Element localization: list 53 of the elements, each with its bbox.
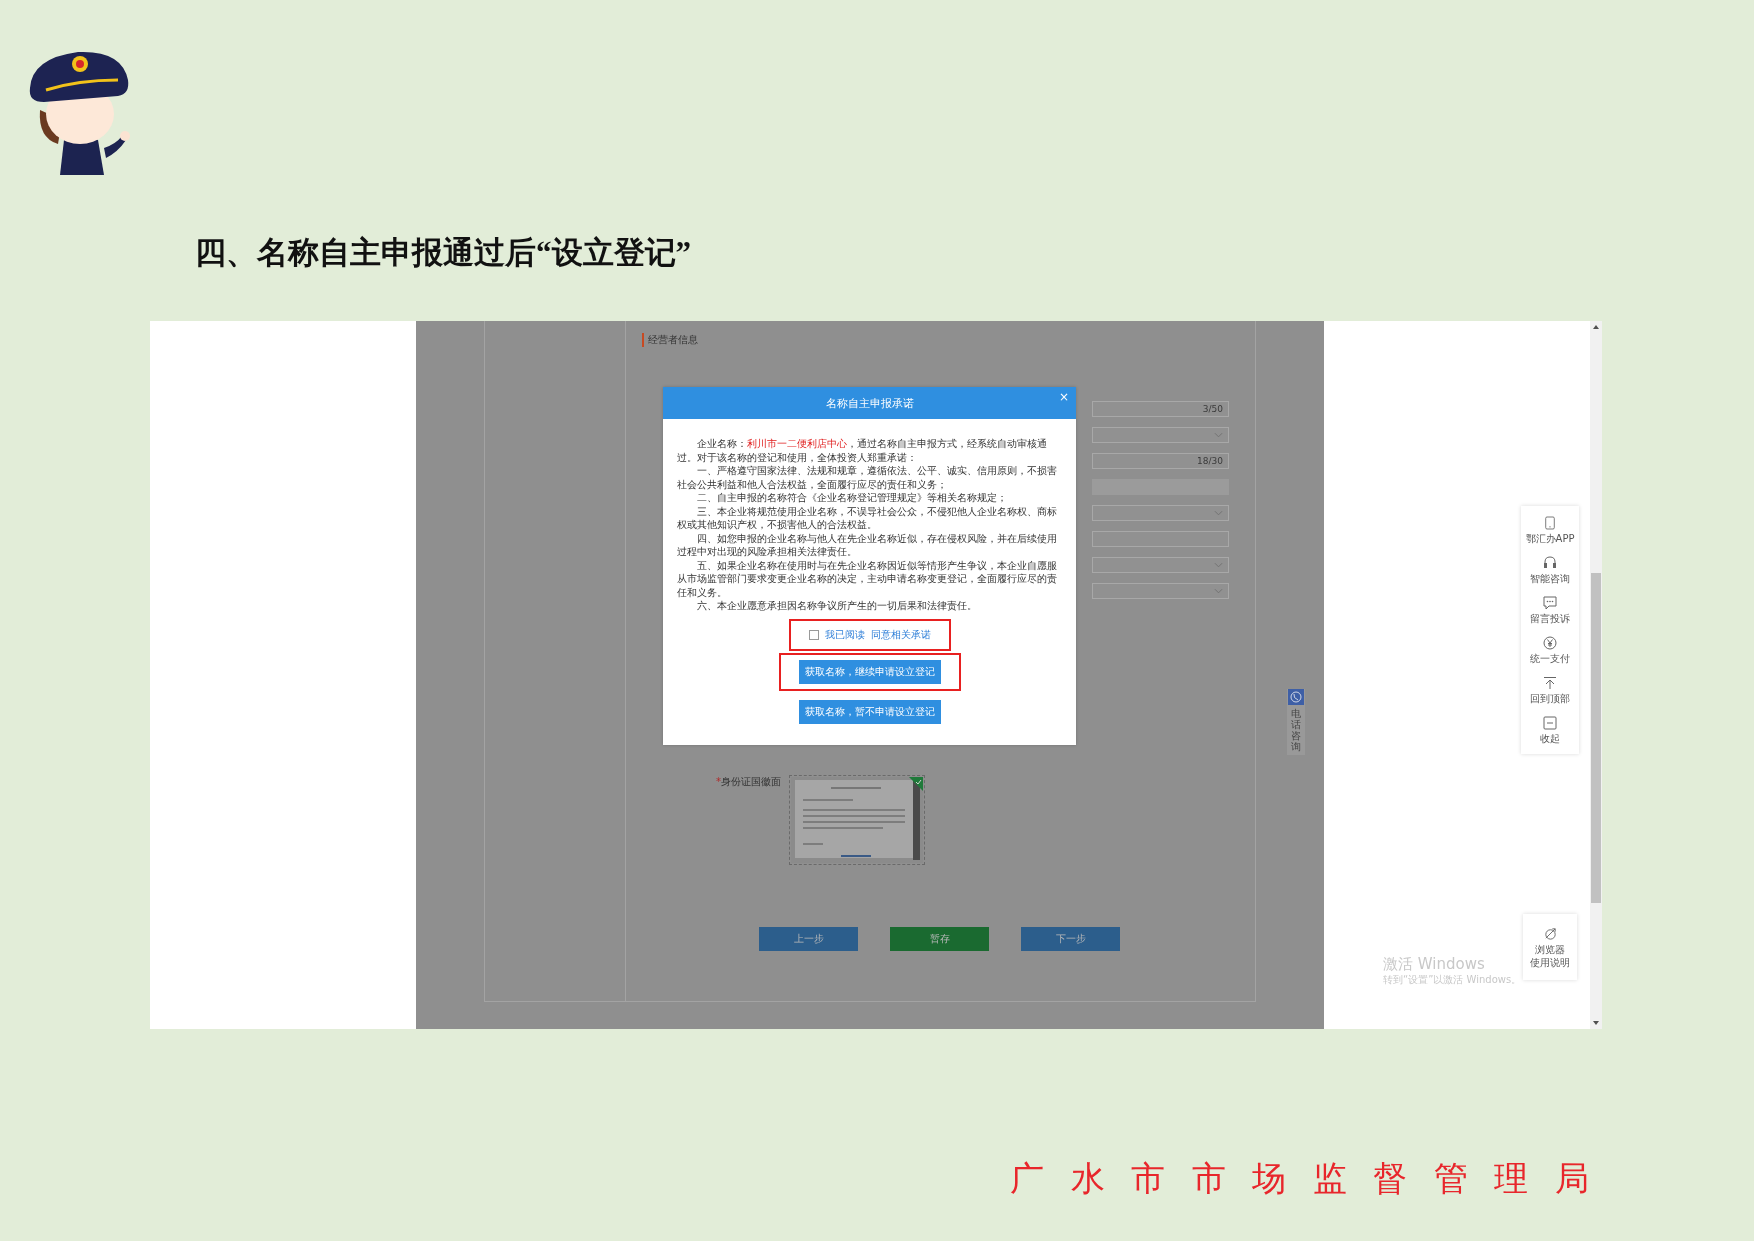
phone-icon [1544, 516, 1556, 530]
sidebar-item[interactable]: 回到顶部 [1521, 670, 1579, 710]
yuan-icon [1543, 636, 1557, 650]
input-field[interactable] [1092, 531, 1229, 547]
chat-icon [1543, 596, 1557, 610]
phone-tab[interactable]: 电话咨询 [1287, 689, 1305, 755]
collapse-icon [1543, 716, 1557, 730]
select-field[interactable] [1092, 427, 1229, 443]
commitment-clause: 五、如果企业名称在使用时与在先企业名称因近似等情形产生争议，本企业自愿服从市场监管部门要求变更企业名称的决定，主动申请名称变更登记，全面履行应尽的责任和义务。 [677, 558, 1058, 599]
input-field[interactable]: 3/50 [1092, 401, 1229, 417]
commitment-clause: 二、自主申报的名称符合《企业名称登记管理规定》等相关名称规定； [696, 491, 1008, 505]
browser-icon [1542, 925, 1558, 941]
select-field[interactable] [1092, 583, 1229, 599]
action-button[interactable]: 获取名称，继续申请设立登记 [798, 659, 941, 684]
save-button[interactable]: 暂存 [890, 927, 989, 951]
sidebar-item[interactable]: 鄂汇办APP [1521, 510, 1579, 550]
footer-organization: 广 水 市 市 场 监 督 管 理 局 [1010, 1159, 1598, 1199]
upload-label: *身份证国徽面 [716, 775, 781, 789]
select-field[interactable] [1092, 505, 1229, 521]
commitment-clause: 三、本企业将规范使用企业名称，不误导社会公众，不侵犯他人企业名称权、商标权或其他知识产权，不损害他人的合法权益。 [677, 504, 1058, 532]
select-field[interactable] [1092, 557, 1229, 573]
back-to-top-icon [1543, 676, 1557, 690]
scrollbar[interactable] [1590, 321, 1602, 1029]
chevron-down-icon [1214, 562, 1223, 568]
page-heading: 四、名称自主申报通过后“设立登记” [195, 235, 691, 271]
phone-tab-label: 电话咨询 [1291, 708, 1301, 752]
scroll-down-icon[interactable] [1593, 1021, 1599, 1025]
checkbox[interactable] [808, 629, 819, 640]
dialog-title: 名称自主申报承诺 [825, 395, 914, 411]
sidebar-item[interactable]: 智能咨询 [1521, 550, 1579, 590]
commitment-clause: 六、本企业愿意承担因名称争议所产生的一切后果和法律责任。 [696, 599, 978, 613]
chevron-down-icon [1214, 588, 1223, 594]
commitment-paragraph: 企业名称：利川市一二便利店中心，通过名称自主申报方式，经系统自动审核通过。对于该名称的登记和使用，全体投资人郑重承诺： [677, 437, 1048, 464]
input-field[interactable]: 18/30 [1092, 453, 1229, 469]
chevron-down-icon [1214, 432, 1223, 438]
commitment-link[interactable]: 同意相关承诺 [870, 627, 931, 642]
commitment-clause: 四、如您申报的企业名称与他人在先企业名称近似，存在侵权风险，并在后续使用过程中对出现的风险承担相关法律责任。 [677, 531, 1058, 559]
step-button[interactable]: 上一步 [759, 927, 858, 951]
scroll-up-icon[interactable] [1593, 325, 1599, 329]
close-button[interactable]: × [1056, 390, 1071, 404]
check-corner-icon [909, 777, 923, 791]
commitment-clause: 一、严格遵守国家法律、法规和规章，遵循依法、公平、诚实、信用原则，不损害社会公共利益和他人合法权益，全面履行应尽的责任和义务； [677, 464, 1058, 491]
sidebar-item[interactable]: 统一支付 [1521, 630, 1579, 670]
sidebar-item[interactable]: 留言投诉 [1521, 590, 1579, 630]
action-button[interactable]: 获取名称，暂不申请设立登记 [798, 699, 941, 724]
browser-guide-button[interactable]: 浏览器 使用说明 [1523, 914, 1577, 980]
chevron-down-icon [1214, 510, 1223, 516]
section-title: 经营者信息 [642, 333, 698, 347]
checkbox-label: 我已阅读 [824, 627, 865, 642]
phone-icon [1288, 689, 1304, 705]
headset-icon [1543, 556, 1557, 570]
sidebar-item[interactable]: 收起 [1521, 710, 1579, 750]
step-button[interactable]: 下一步 [1021, 927, 1120, 951]
